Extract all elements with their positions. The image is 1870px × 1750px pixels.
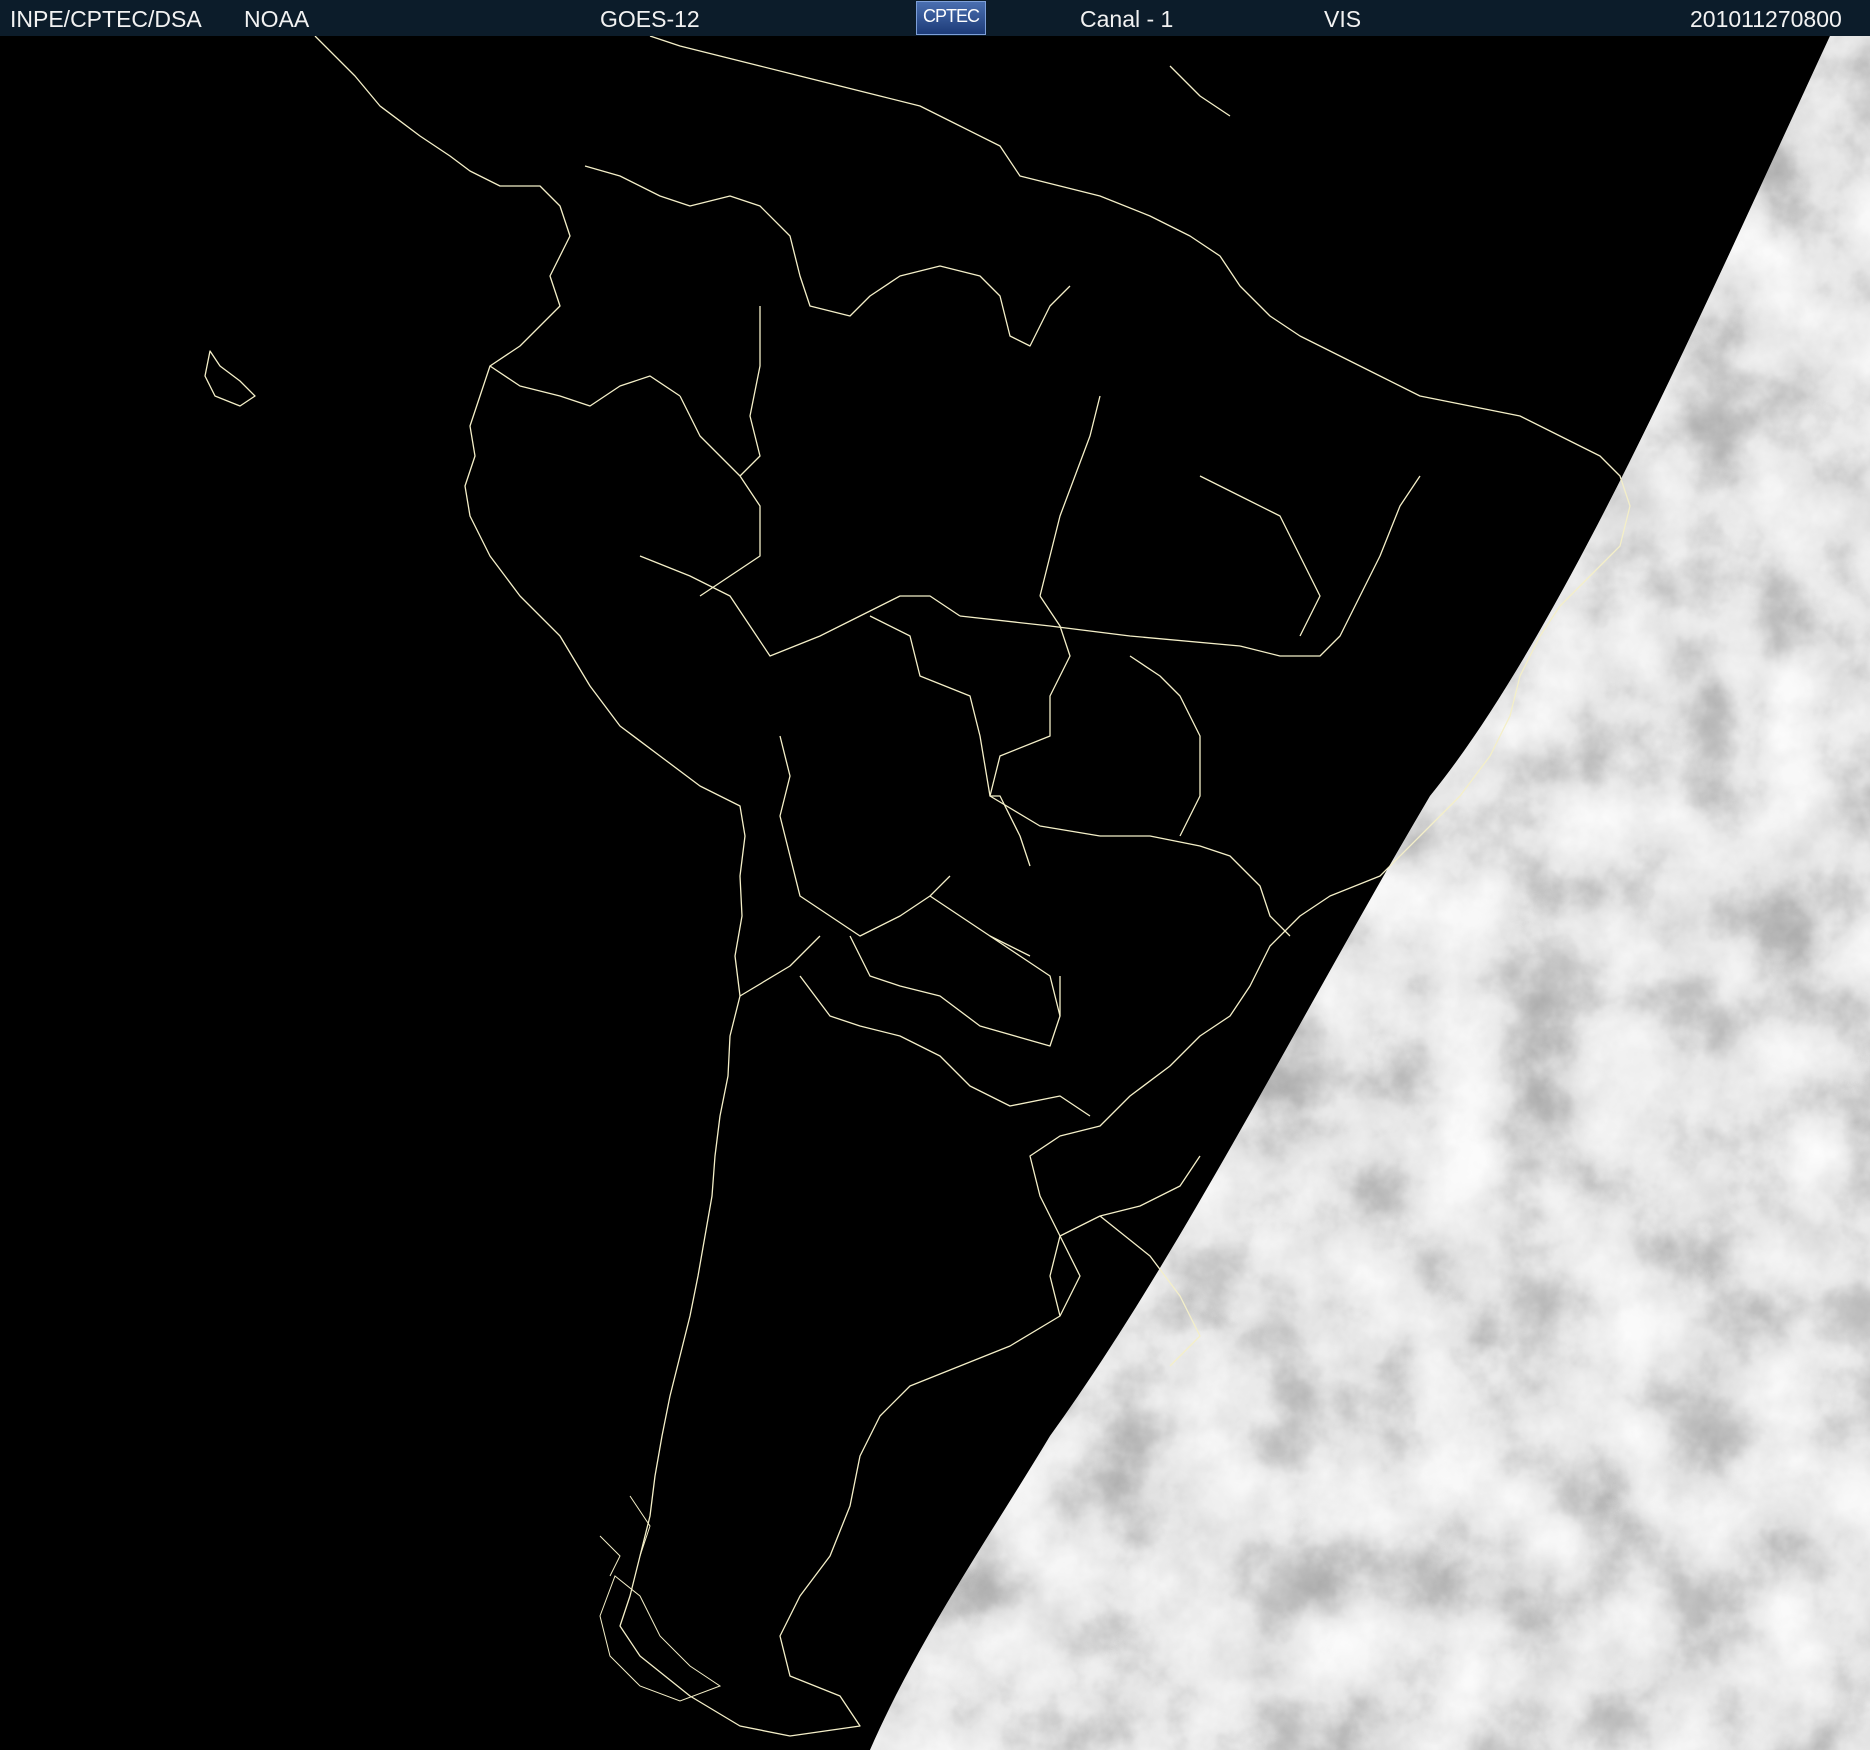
channel-label: Canal - 1 — [1080, 6, 1174, 32]
agency-label: NOAA — [244, 6, 310, 32]
cptec-logo-icon: CPTEC — [916, 1, 986, 35]
source-label: INPE/CPTEC/DSA — [10, 6, 202, 32]
logo-text: CPTEC — [922, 6, 980, 26]
timestamp-label: 201011270800 — [1690, 6, 1842, 32]
satellite-map — [0, 36, 1870, 1750]
image-header-bar: INPE/CPTEC/DSA NOAA GOES-12 CPTEC Canal … — [0, 0, 1870, 36]
satellite-label: GOES-12 — [600, 6, 700, 32]
band-label: VIS — [1324, 6, 1362, 32]
